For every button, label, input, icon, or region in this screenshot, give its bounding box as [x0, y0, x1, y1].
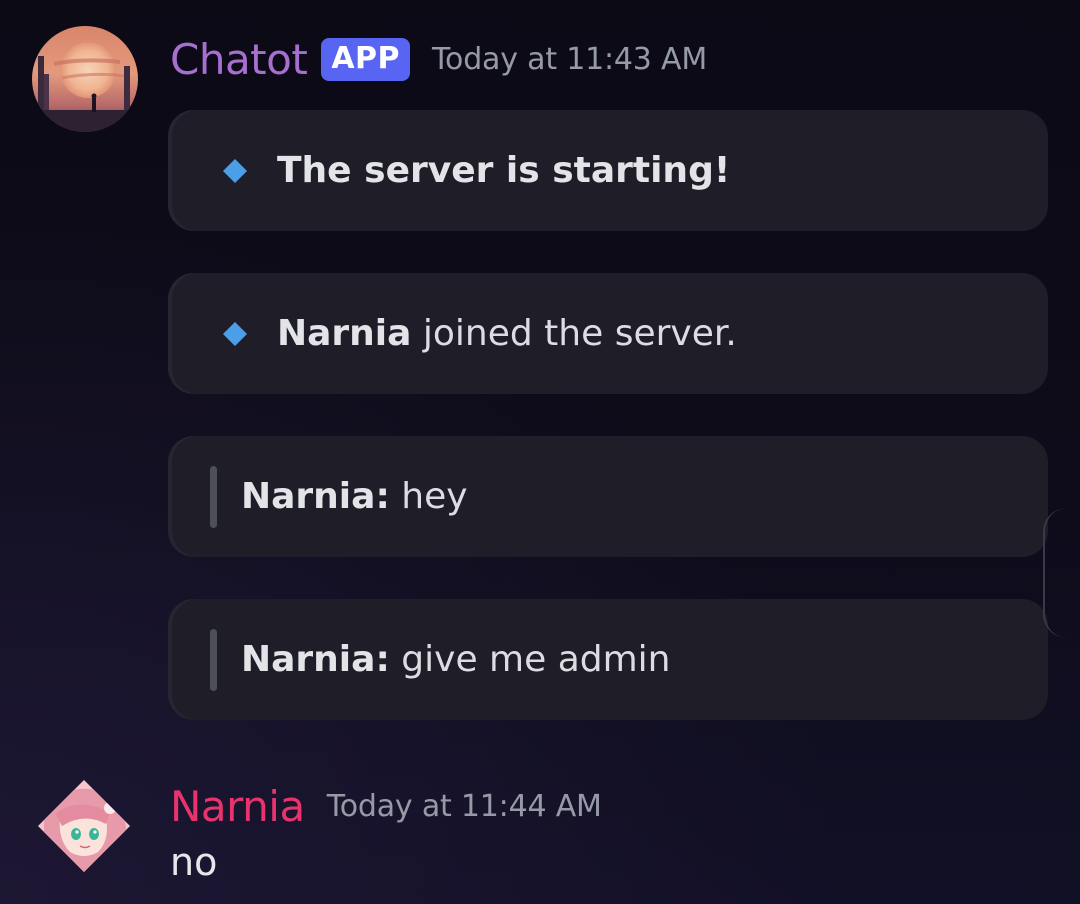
- sunset-landscape-avatar-icon: [32, 26, 138, 132]
- embed-chat-relay: Narnia: hey: [168, 436, 1048, 557]
- quote-bar: [210, 465, 217, 528]
- embed-chat-relay: Narnia: give me admin: [168, 599, 1048, 720]
- diamond-icon: [223, 321, 247, 346]
- user-message-timestamp[interactable]: Today at 11:44 AM: [327, 789, 602, 824]
- diamond-icon: [223, 158, 247, 183]
- embed-bold-text: Narnia:: [241, 476, 390, 517]
- embed-bold-text: Narnia:: [241, 639, 390, 680]
- embed-text: joined the server.: [411, 313, 737, 354]
- embed-text: hey: [389, 476, 468, 517]
- message-content: no: [170, 840, 218, 884]
- anime-girl-avatar-icon: [38, 780, 130, 872]
- embed-bold-text: The server is starting!: [277, 150, 731, 191]
- user-message-header: Narnia Today at 11:44 AM: [170, 778, 602, 834]
- user-username[interactable]: Narnia: [170, 782, 305, 831]
- bot-username[interactable]: Chatot: [170, 35, 308, 84]
- scroll-edge-indicator: [1043, 508, 1075, 638]
- bot-avatar[interactable]: [32, 26, 138, 132]
- bot-message-header: Chatot APP Today at 11:43 AM: [170, 30, 707, 88]
- embed-server-starting: The server is starting!: [168, 110, 1048, 231]
- embed-text: give me admin: [389, 639, 671, 680]
- user-avatar[interactable]: [36, 778, 132, 874]
- bot-message-timestamp[interactable]: Today at 11:43 AM: [432, 42, 707, 77]
- embed-player-joined: Narnia joined the server.: [168, 273, 1048, 394]
- quote-bar: [210, 628, 217, 691]
- embed-bold-text: Narnia: [277, 313, 412, 354]
- app-badge: APP: [321, 37, 411, 81]
